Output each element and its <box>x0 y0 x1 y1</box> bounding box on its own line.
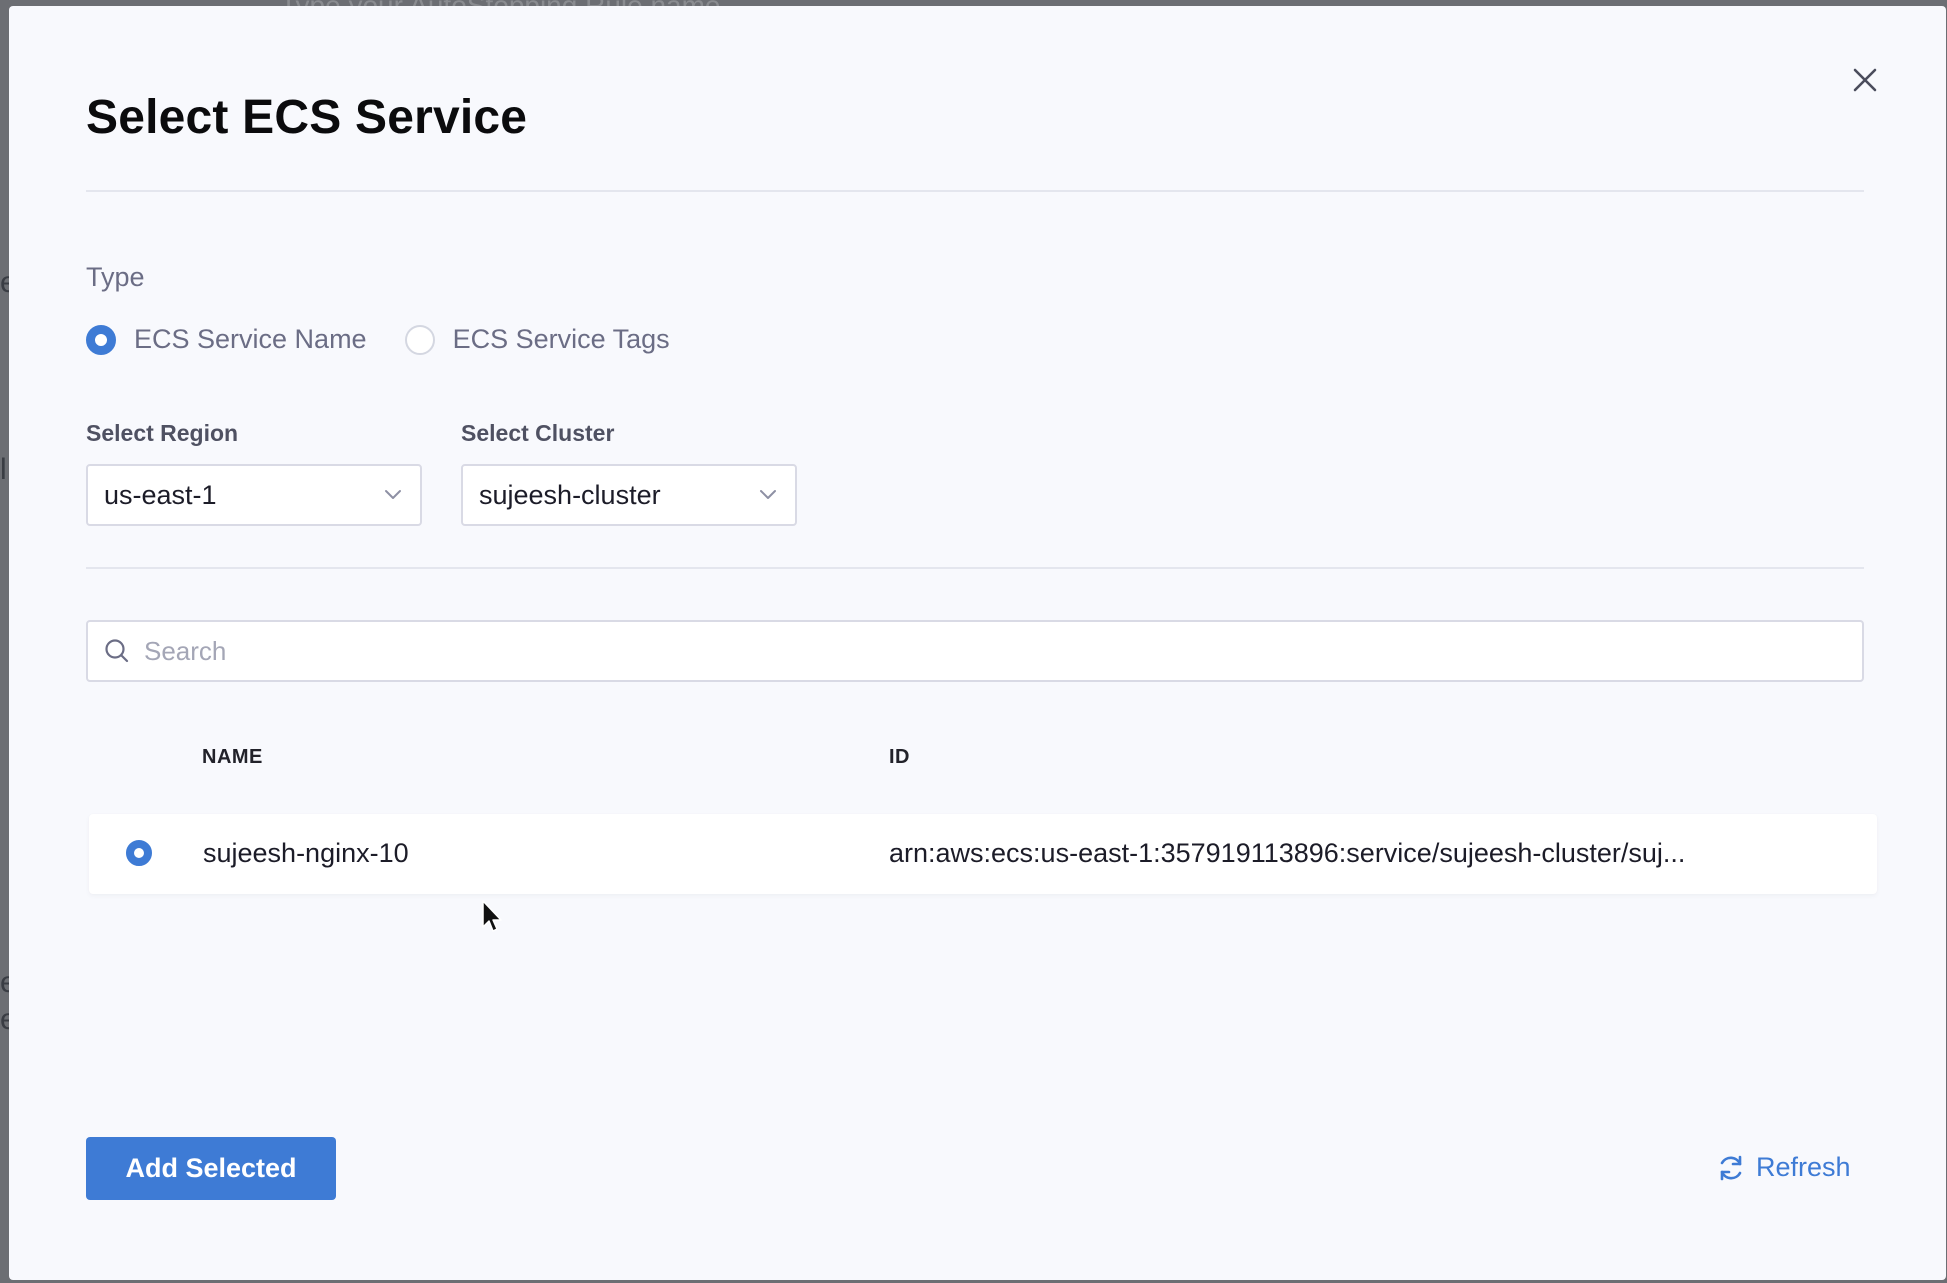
cluster-select[interactable]: sujeesh-cluster <box>461 464 797 526</box>
row-radio-checked-icon[interactable] <box>126 840 152 866</box>
radio-unchecked-icon <box>404 324 435 355</box>
add-selected-button[interactable]: Add Selected <box>86 1137 336 1200</box>
cluster-value: sujeesh-cluster <box>479 479 661 510</box>
column-header-name: NAME <box>202 746 263 768</box>
service-id-cell: arn:aws:ecs:us-east-1:357919113896:servi… <box>889 838 1686 868</box>
search-icon <box>105 639 129 663</box>
filters-divider <box>86 567 1864 569</box>
refresh-button[interactable]: Refresh <box>1716 1152 1851 1183</box>
radio-checked-icon <box>86 324 116 355</box>
close-icon <box>1853 68 1877 92</box>
radio-ecs-service-tags[interactable]: ECS Service Tags <box>404 324 670 355</box>
mouse-cursor-icon <box>482 900 502 932</box>
title-divider <box>86 190 1864 192</box>
chevron-down-icon <box>382 484 404 506</box>
search-box <box>86 620 1864 682</box>
table-row[interactable]: sujeesh-nginx-10 arn:aws:ecs:us-east-1:3… <box>89 814 1877 894</box>
chevron-down-icon <box>757 484 779 506</box>
close-button[interactable] <box>1843 58 1887 102</box>
service-name-cell: sujeesh-nginx-10 <box>203 838 409 868</box>
type-radio-group: ECS Service Name ECS Service Tags <box>86 324 708 355</box>
column-header-id: ID <box>889 746 910 768</box>
type-label: Type <box>86 262 145 292</box>
region-label: Select Region <box>86 420 239 446</box>
region-value: us-east-1 <box>104 479 217 510</box>
search-input[interactable] <box>144 635 1846 667</box>
region-select[interactable]: us-east-1 <box>86 464 422 526</box>
radio-label: ECS Service Name <box>134 324 367 354</box>
radio-label: ECS Service Tags <box>452 324 670 354</box>
dialog-title: Select ECS Service <box>86 91 528 144</box>
refresh-icon <box>1720 1155 1742 1180</box>
refresh-label: Refresh <box>1756 1152 1851 1182</box>
radio-ecs-service-name[interactable]: ECS Service Name <box>86 324 367 355</box>
background-fragment: l <box>0 453 7 486</box>
cluster-label: Select Cluster <box>461 420 615 446</box>
select-ecs-service-dialog: Select ECS Service Type ECS Service Name… <box>9 6 1946 1280</box>
